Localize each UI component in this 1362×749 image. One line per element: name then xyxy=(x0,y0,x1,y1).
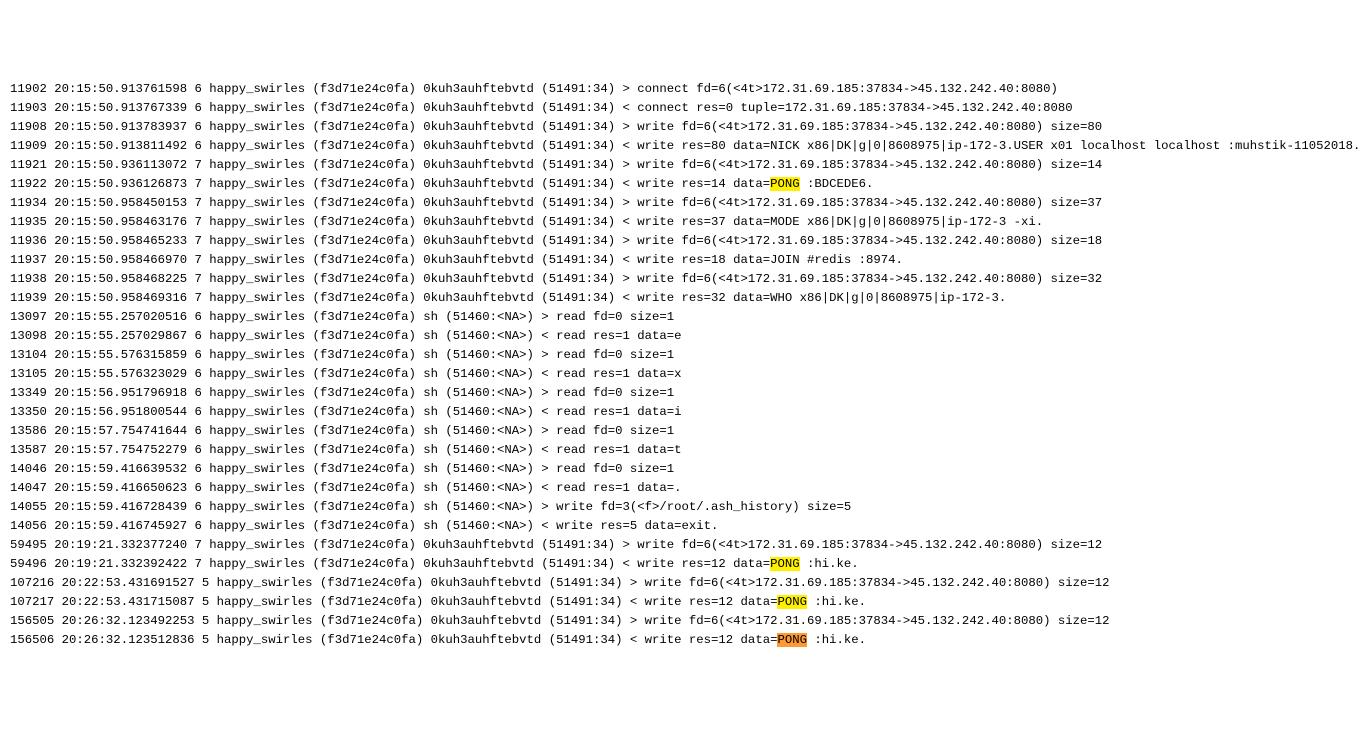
log-line: 11937 20:15:50.958466970 7 happy_swirles… xyxy=(10,251,1352,270)
log-line: 14055 20:15:59.416728439 6 happy_swirles… xyxy=(10,498,1352,517)
log-line: 11935 20:15:50.958463176 7 happy_swirles… xyxy=(10,213,1352,232)
log-line: 13586 20:15:57.754741644 6 happy_swirles… xyxy=(10,422,1352,441)
log-line: 107216 20:22:53.431691527 5 happy_swirle… xyxy=(10,574,1352,593)
log-line: 13097 20:15:55.257020516 6 happy_swirles… xyxy=(10,308,1352,327)
log-output: 11902 20:15:50.913761598 6 happy_swirles… xyxy=(10,80,1352,650)
highlight-pong: PONG xyxy=(770,557,800,571)
highlight-pong: PONG xyxy=(777,595,807,609)
log-line: 11936 20:15:50.958465233 7 happy_swirles… xyxy=(10,232,1352,251)
log-line: 11939 20:15:50.958469316 7 happy_swirles… xyxy=(10,289,1352,308)
log-line: 156506 20:26:32.123512836 5 happy_swirle… xyxy=(10,631,1352,650)
log-line: 11902 20:15:50.913761598 6 happy_swirles… xyxy=(10,80,1352,99)
log-line: 13349 20:15:56.951796918 6 happy_swirles… xyxy=(10,384,1352,403)
log-line: 11934 20:15:50.958450153 7 happy_swirles… xyxy=(10,194,1352,213)
log-line: 11908 20:15:50.913783937 6 happy_swirles… xyxy=(10,118,1352,137)
log-line: 13587 20:15:57.754752279 6 happy_swirles… xyxy=(10,441,1352,460)
highlight-pong: PONG xyxy=(770,177,800,191)
log-line: 11922 20:15:50.936126873 7 happy_swirles… xyxy=(10,175,1352,194)
log-line: 11938 20:15:50.958468225 7 happy_swirles… xyxy=(10,270,1352,289)
log-line: 11909 20:15:50.913811492 6 happy_swirles… xyxy=(10,137,1352,156)
log-line: 11903 20:15:50.913767339 6 happy_swirles… xyxy=(10,99,1352,118)
log-line: 156505 20:26:32.123492253 5 happy_swirle… xyxy=(10,612,1352,631)
log-line: 59495 20:19:21.332377240 7 happy_swirles… xyxy=(10,536,1352,555)
log-line: 13098 20:15:55.257029867 6 happy_swirles… xyxy=(10,327,1352,346)
log-line: 11921 20:15:50.936113072 7 happy_swirles… xyxy=(10,156,1352,175)
log-line: 13105 20:15:55.576323029 6 happy_swirles… xyxy=(10,365,1352,384)
log-line: 14047 20:15:59.416650623 6 happy_swirles… xyxy=(10,479,1352,498)
log-line: 13350 20:15:56.951800544 6 happy_swirles… xyxy=(10,403,1352,422)
log-line: 14046 20:15:59.416639532 6 happy_swirles… xyxy=(10,460,1352,479)
log-line: 107217 20:22:53.431715087 5 happy_swirle… xyxy=(10,593,1352,612)
log-line: 14056 20:15:59.416745927 6 happy_swirles… xyxy=(10,517,1352,536)
log-line: 13104 20:15:55.576315859 6 happy_swirles… xyxy=(10,346,1352,365)
highlight-pong: PONG xyxy=(777,633,807,647)
log-line: 59496 20:19:21.332392422 7 happy_swirles… xyxy=(10,555,1352,574)
